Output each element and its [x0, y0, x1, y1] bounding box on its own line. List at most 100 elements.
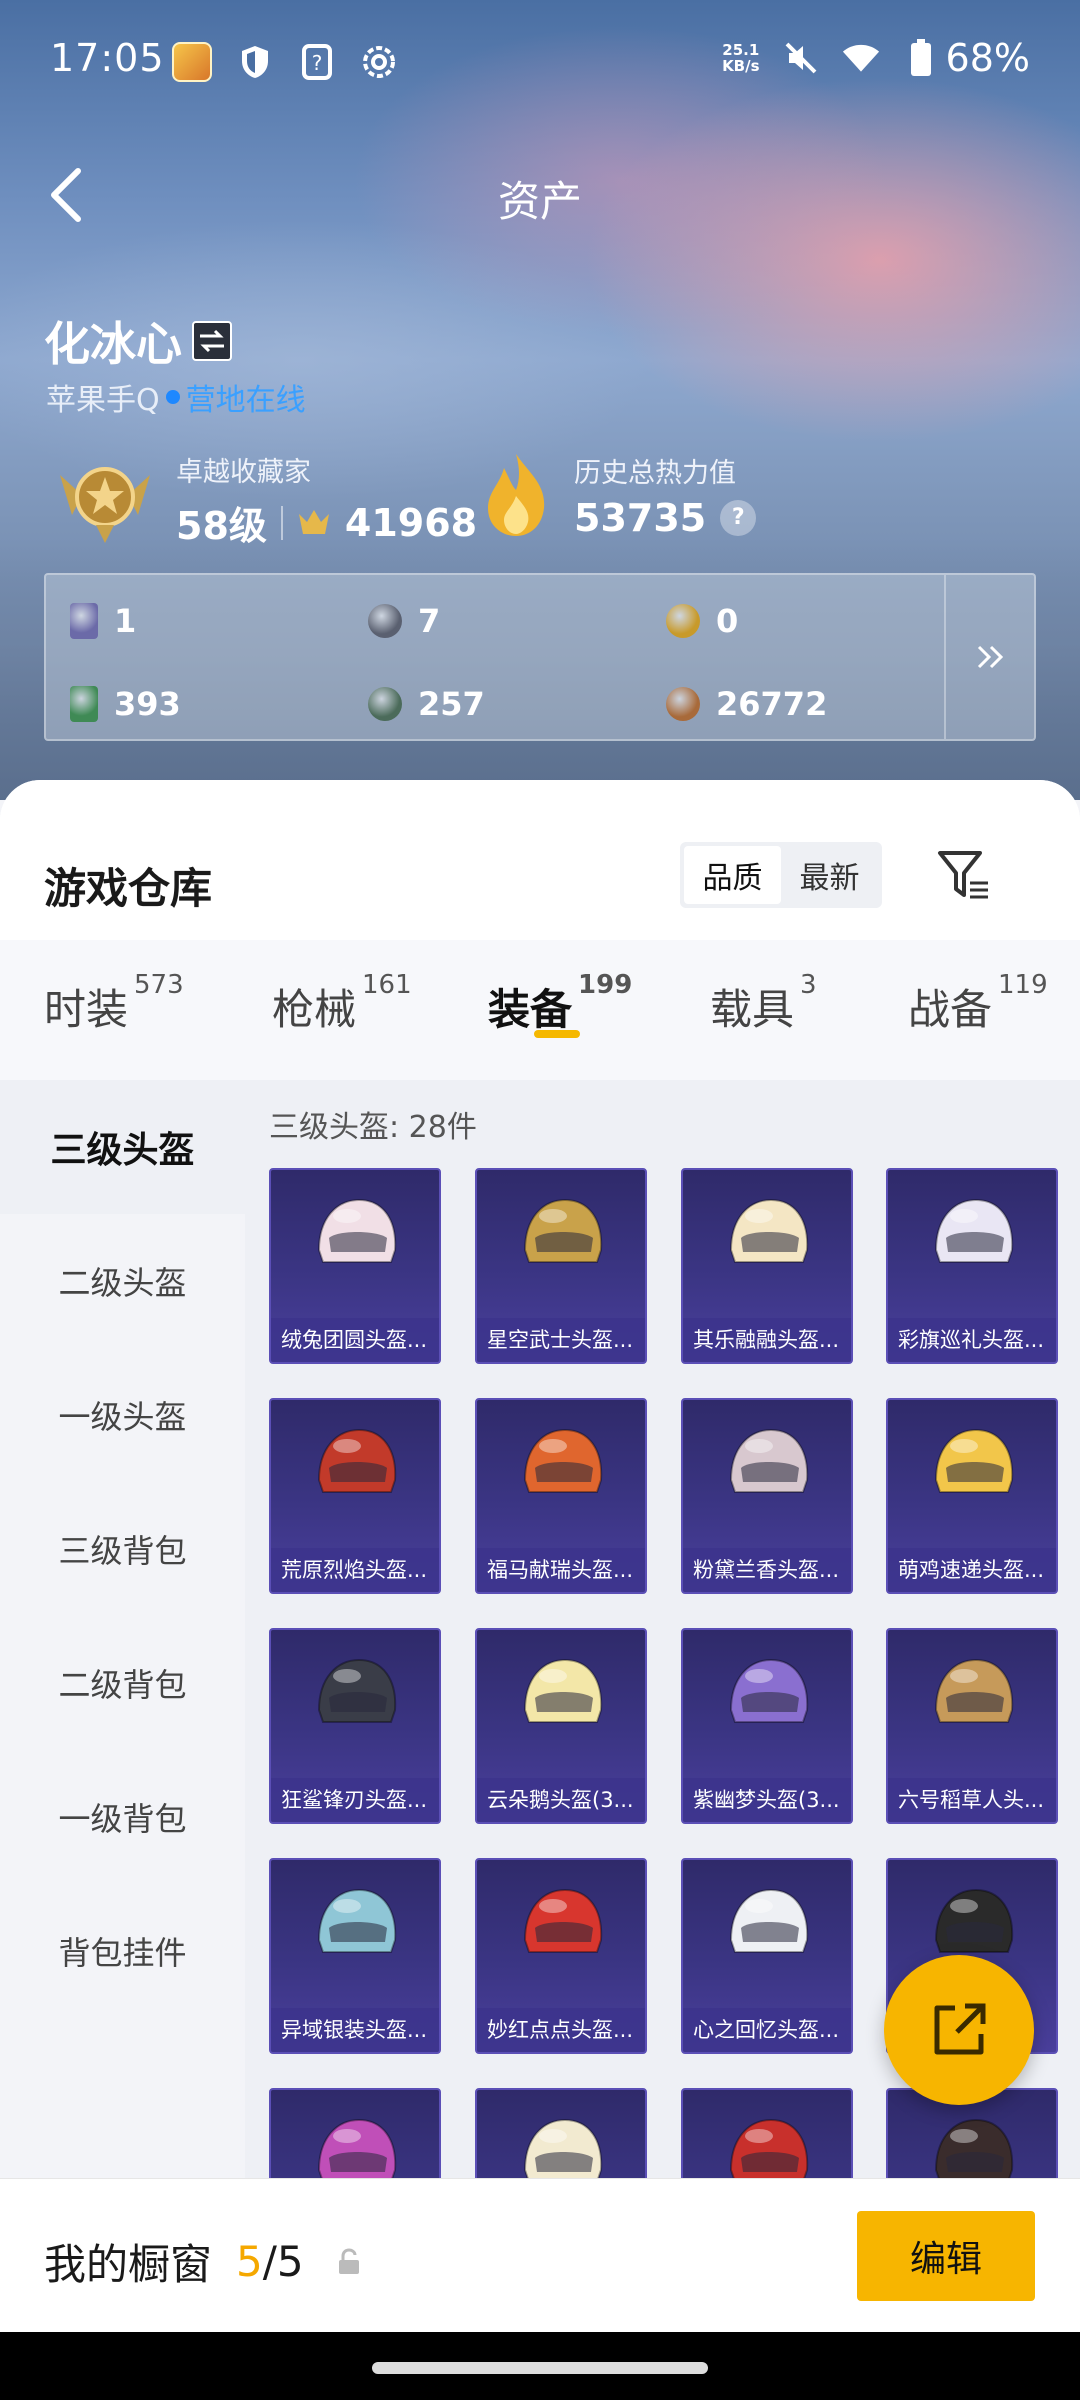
sidebar-item-4[interactable]: 二级背包 — [0, 1616, 245, 1750]
currency-icon — [368, 687, 402, 721]
item-name: 星空武士头盔... — [477, 1318, 645, 1362]
warehouse-header: 游戏仓库 品质 最新 — [0, 780, 1080, 940]
item-card[interactable] — [269, 2088, 441, 2180]
tab-1[interactable]: 枪械 161 — [272, 970, 412, 1037]
item-card[interactable] — [681, 2088, 853, 2180]
item-card[interactable]: 萌鸡速递头盔... — [886, 1398, 1058, 1594]
player-name-row: 化冰心 — [44, 308, 232, 374]
tab-label: 战备 — [908, 985, 993, 1034]
share-fab-button[interactable] — [884, 1955, 1034, 2105]
currency-item: 0 — [666, 602, 738, 640]
shield-icon — [236, 43, 274, 81]
currency-value: 7 — [418, 602, 441, 640]
net-speed-unit: KB/s — [722, 57, 760, 75]
item-card[interactable]: 狂鲨锋刃头盔... — [269, 1628, 441, 1824]
item-card[interactable]: 星空武士头盔... — [475, 1168, 647, 1364]
helmet-icon — [729, 1428, 809, 1493]
currency-icon — [666, 604, 700, 638]
collector-badge: 卓越收藏家 58级 41968 — [52, 450, 477, 550]
sidebar-item-1[interactable]: 二级头盔 — [0, 1214, 245, 1348]
divider — [280, 505, 283, 540]
item-card[interactable]: 心之回忆头盔... — [681, 1858, 853, 2054]
status-app-icons: ? — [172, 42, 398, 82]
tab-label: 载具 — [710, 985, 795, 1034]
item-name: 紫幽梦头盔(3... — [683, 1778, 851, 1822]
showcase-count: 5 — [236, 2237, 263, 2286]
showcase-label-row: 我的橱窗 5/5 — [44, 2231, 362, 2292]
tab-label: 枪械 — [272, 985, 357, 1034]
item-card[interactable] — [475, 2088, 647, 2180]
heat-badge: 历史总热力值 53735 ? — [476, 450, 757, 540]
helmet-icon — [317, 2118, 397, 2180]
sidebar-item-2[interactable]: 一级头盔 — [0, 1348, 245, 1482]
online-status: 营地在线 — [185, 383, 306, 418]
sidebar-item-3[interactable]: 三级背包 — [0, 1482, 245, 1616]
player-subtitle: 苹果手Q 营地在线 — [46, 375, 306, 419]
currency-icon — [70, 686, 98, 722]
item-name: 其乐融融头盔... — [683, 1318, 851, 1362]
helmet-icon — [523, 1658, 603, 1723]
heat-help-button[interactable]: ? — [720, 499, 757, 536]
gesture-bar — [0, 2332, 1080, 2400]
collector-points: 41968 — [344, 500, 478, 545]
svg-text:?: ? — [312, 51, 323, 75]
item-card[interactable]: 妙红点点头盔... — [475, 1858, 647, 2054]
showcase-total: /5 — [262, 2237, 304, 2286]
currency-panel: 1 7 0 393 257 26772 — [44, 573, 1036, 741]
sidebar-item-5[interactable]: 一级背包 — [0, 1750, 245, 1884]
showcase-bar: 我的橱窗 5/5 编辑 — [0, 2178, 1080, 2332]
sort-quality-button[interactable]: 品质 — [684, 846, 781, 904]
tab-2[interactable]: 装备 199 — [488, 970, 632, 1037]
tab-3[interactable]: 载具 3 — [710, 970, 817, 1037]
item-name: 荒原烈焰头盔... — [271, 1548, 439, 1592]
warehouse-title: 游戏仓库 — [44, 864, 213, 913]
tab-count: 573 — [134, 970, 184, 1000]
item-card[interactable]: 异域银装头盔... — [269, 1858, 441, 2054]
item-card[interactable]: 六号稻草人头... — [886, 1628, 1058, 1824]
home-indicator[interactable] — [372, 2362, 708, 2374]
currency-icon — [70, 603, 98, 639]
item-card[interactable]: 荒原烈焰头盔... — [269, 1398, 441, 1594]
currency-grid: 1 7 0 393 257 26772 — [46, 575, 946, 739]
currency-item: 7 — [368, 602, 440, 640]
active-tab-indicator — [534, 1030, 580, 1038]
item-card[interactable]: 粉黛兰香头盔... — [681, 1398, 853, 1594]
tab-label: 时装 — [44, 985, 129, 1034]
tab-count: 161 — [362, 970, 412, 1000]
tab-label: 装备 — [488, 985, 573, 1034]
sort-newest-button[interactable]: 最新 — [781, 846, 878, 904]
helmet-icon — [729, 1658, 809, 1723]
item-card[interactable]: 彩旗巡礼头盔... — [886, 1168, 1058, 1364]
helmet-icon — [523, 1888, 603, 1953]
helmet-icon — [934, 2118, 1014, 2180]
edit-showcase-button[interactable]: 编辑 — [857, 2211, 1035, 2301]
item-card[interactable]: 绒兔团圆头盔... — [269, 1168, 441, 1364]
warehouse-sheet: 游戏仓库 品质 最新 时装 573 枪械 161 装备 199 载具 3 战备 119 三级头盔二… — [0, 780, 1080, 2400]
sidebar-item-6[interactable]: 背包挂件 — [0, 1884, 245, 2018]
item-name: 狂鲨锋刃头盔... — [271, 1778, 439, 1822]
currency-more-button[interactable] — [944, 575, 1034, 739]
helmet-icon — [317, 1428, 397, 1493]
tab-0[interactable]: 时装 573 — [44, 970, 184, 1037]
collector-label: 卓越收藏家 — [176, 457, 311, 488]
helmet-icon — [523, 1198, 603, 1263]
unlock-icon[interactable] — [336, 2247, 362, 2276]
filter-button[interactable] — [934, 842, 994, 908]
switch-account-icon[interactable] — [192, 321, 232, 361]
item-name: 粉黛兰香头盔... — [683, 1548, 851, 1592]
grid-heading: 三级头盔: 28件 — [269, 1110, 477, 1145]
item-card[interactable]: 其乐融融头盔... — [681, 1168, 853, 1364]
tab-4[interactable]: 战备 119 — [908, 970, 1048, 1037]
currency-item: 257 — [368, 685, 485, 723]
helmet-icon — [729, 1198, 809, 1263]
item-card[interactable]: 紫幽梦头盔(3... — [681, 1628, 853, 1824]
subcategory-sidebar: 三级头盔 二级头盔 一级头盔 三级背包 二级背包 一级背包 背包挂件 — [0, 1080, 245, 2180]
external-link-icon — [934, 2003, 986, 2055]
currency-item: 393 — [70, 685, 181, 723]
game-app-icon — [172, 42, 212, 82]
tab-count: 3 — [800, 970, 817, 1000]
wifi-icon — [842, 39, 880, 77]
item-card[interactable]: 云朵鹅头盔(3... — [475, 1628, 647, 1824]
sidebar-item-0[interactable]: 三级头盔 — [0, 1080, 245, 1214]
item-card[interactable]: 福马献瑞头盔... — [475, 1398, 647, 1594]
